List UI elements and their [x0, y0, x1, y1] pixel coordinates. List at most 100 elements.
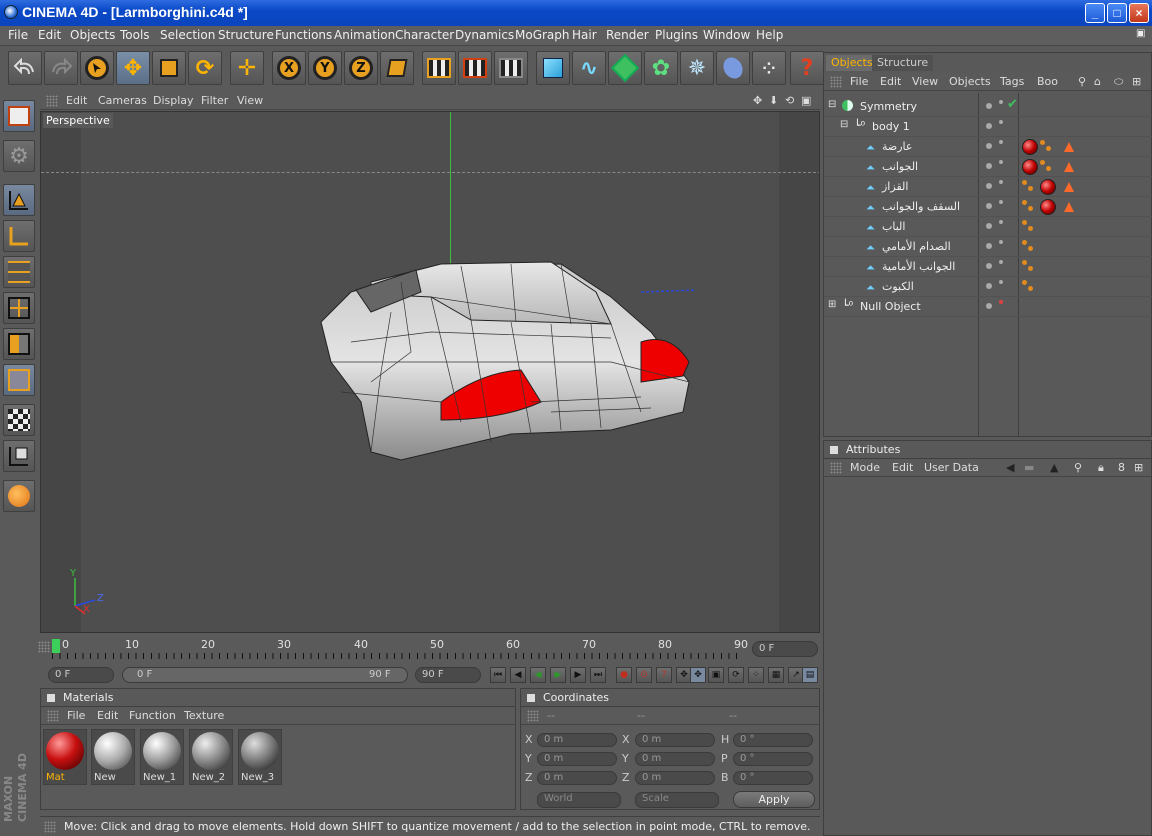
- move-tool-icon[interactable]: ✥: [116, 51, 150, 85]
- materials-menu-function[interactable]: Function: [129, 709, 176, 722]
- layout-view-icon[interactable]: [3, 100, 35, 132]
- render-settings-icon[interactable]: [494, 51, 528, 85]
- uvw-tag-icon[interactable]: [1022, 280, 1034, 292]
- cube-primitive-icon[interactable]: [536, 51, 570, 85]
- panel-grip-icon[interactable]: [527, 710, 539, 722]
- object-row-null[interactable]: ⊞ └⁰ Null Object: [824, 297, 1152, 317]
- phong-tag-icon[interactable]: [1064, 162, 1074, 172]
- coordinate-mode-select[interactable]: World: [537, 792, 621, 808]
- render-visibility-dot[interactable]: [999, 160, 1003, 164]
- maximize-button[interactable]: □: [1107, 3, 1127, 23]
- nurbs-icon[interactable]: [608, 51, 642, 85]
- viewport-menu-cameras[interactable]: Cameras: [98, 94, 147, 107]
- material-tag-icon[interactable]: [1040, 199, 1056, 215]
- render-visibility-dot[interactable]: [999, 100, 1003, 104]
- material-tag-icon[interactable]: [1040, 179, 1056, 195]
- material-swatch[interactable]: New_3: [238, 729, 282, 785]
- menu-edit[interactable]: Edit: [38, 28, 61, 42]
- render-visibility-dot[interactable]: [999, 280, 1003, 284]
- visibility-icon[interactable]: ⬭: [1114, 75, 1123, 89]
- new-attributes-window-icon[interactable]: 8: [1118, 461, 1125, 474]
- editor-visibility-dot[interactable]: [986, 103, 992, 109]
- uvw-tag-icon[interactable]: [1022, 260, 1034, 272]
- objects-menu-file[interactable]: File: [850, 75, 868, 88]
- panel-grip-icon[interactable]: [46, 95, 58, 107]
- menu-hair[interactable]: Hair: [572, 28, 597, 42]
- objects-menu-objects[interactable]: Objects: [949, 75, 991, 88]
- panel-grip-icon[interactable]: [830, 462, 842, 474]
- render-visibility-dot[interactable]: [999, 140, 1003, 144]
- render-visibility-dot[interactable]: [999, 180, 1003, 184]
- uvw-tag-icon[interactable]: [1022, 220, 1034, 232]
- menu-window[interactable]: Window: [703, 28, 750, 42]
- editor-visibility-dot[interactable]: [986, 263, 992, 269]
- rotation-key-icon[interactable]: ▣: [708, 667, 724, 683]
- world-axis-icon[interactable]: ✛: [230, 51, 264, 85]
- undo-icon[interactable]: [8, 51, 42, 85]
- play-forward-icon[interactable]: ▶: [550, 667, 566, 683]
- expand-icon[interactable]: ⊞: [828, 299, 836, 310]
- lock-icon[interactable]: 🔒︎: [1098, 461, 1104, 475]
- objects-menu-view[interactable]: View: [912, 75, 938, 88]
- uvw-tag-icon[interactable]: [1040, 140, 1052, 152]
- objects-menu-bookmarks[interactable]: Boo: [1037, 75, 1058, 88]
- render-visibility-dot[interactable]: [999, 220, 1003, 224]
- range-slider[interactable]: 0 F 90 F: [122, 667, 408, 683]
- new-window-icon[interactable]: ⊞: [1132, 75, 1141, 88]
- size-mode-select[interactable]: Scale: [635, 792, 719, 808]
- spline-icon[interactable]: ∿: [572, 51, 606, 85]
- point-level-icon[interactable]: ⁘: [748, 667, 764, 683]
- panel-grip-icon[interactable]: [44, 821, 56, 833]
- size-x-field[interactable]: 0 m: [635, 733, 715, 747]
- current-frame-marker[interactable]: [52, 639, 60, 653]
- collapse-icon[interactable]: ⊟: [828, 99, 836, 110]
- edges-mode-icon[interactable]: [3, 292, 35, 324]
- editor-visibility-dot[interactable]: [986, 223, 992, 229]
- polygons-mode-icon[interactable]: [3, 328, 35, 360]
- up-arrow-icon[interactable]: ▲: [1050, 461, 1058, 474]
- phong-tag-icon[interactable]: [1064, 182, 1074, 192]
- menu-dynamics[interactable]: Dynamics: [455, 28, 514, 42]
- render-visibility-dot[interactable]: [999, 260, 1003, 264]
- goto-start-icon[interactable]: ⏮: [490, 667, 506, 683]
- menu-mograph[interactable]: MoGraph: [515, 28, 570, 42]
- viewport-menu-display[interactable]: Display: [153, 94, 194, 107]
- panel-grip-icon[interactable]: [47, 710, 59, 722]
- timeline-layout-icon[interactable]: ▤: [802, 667, 818, 683]
- object-row[interactable]: ⏶ الجوانب الأمامية: [824, 257, 1152, 277]
- enabled-check-icon[interactable]: ✔: [1007, 97, 1018, 112]
- perspective-viewport[interactable]: Perspective Y Z X: [40, 111, 820, 633]
- materials-menu-texture[interactable]: Texture: [184, 709, 224, 722]
- parameter-key-icon[interactable]: ⟳: [728, 667, 744, 683]
- object-row[interactable]: ⏶ الكبوت: [824, 277, 1152, 297]
- viewport-menu-edit[interactable]: Edit: [66, 94, 87, 107]
- coordinate-system-icon[interactable]: [380, 51, 414, 85]
- position-y-field[interactable]: 0 m: [537, 752, 617, 766]
- viewport-toggle-icon[interactable]: ▣: [801, 94, 811, 107]
- z-axis-lock-button[interactable]: Z: [344, 51, 378, 85]
- viewport-menu-filter[interactable]: Filter: [201, 94, 228, 107]
- collapse-icon[interactable]: ⊟: [840, 119, 848, 130]
- uvw-tag-icon[interactable]: [1022, 240, 1034, 252]
- uvw-tag-icon[interactable]: [1040, 160, 1052, 172]
- menu-structure[interactable]: Structure: [218, 28, 274, 42]
- object-row[interactable]: ⏶ السقف والجوانب: [824, 197, 1152, 217]
- object-row-body[interactable]: ⊟ └⁰ body 1: [824, 117, 1152, 137]
- phong-tag-icon[interactable]: [1064, 202, 1074, 212]
- editor-visibility-dot[interactable]: [986, 183, 992, 189]
- record-icon[interactable]: ●: [616, 667, 632, 683]
- prev-key-icon[interactable]: ◀: [510, 667, 526, 683]
- animation-mode-icon[interactable]: [3, 480, 35, 512]
- position-x-field[interactable]: 0 m: [537, 733, 617, 747]
- objects-menu-edit[interactable]: Edit: [880, 75, 901, 88]
- object-row[interactable]: ⏶ القزاز: [824, 177, 1152, 197]
- attributes-menu-edit[interactable]: Edit: [892, 461, 913, 474]
- back-arrow-icon[interactable]: ◀: [1006, 461, 1014, 474]
- material-tag-icon[interactable]: [1022, 139, 1038, 155]
- start-frame-field[interactable]: 0 F: [48, 667, 114, 683]
- apply-button[interactable]: Apply: [733, 791, 815, 808]
- texture-axis-icon[interactable]: [3, 364, 35, 396]
- viewport-menu-view[interactable]: View: [237, 94, 263, 107]
- material-tag-icon[interactable]: [1022, 159, 1038, 175]
- forward-arrow-icon[interactable]: ▬: [1024, 461, 1034, 474]
